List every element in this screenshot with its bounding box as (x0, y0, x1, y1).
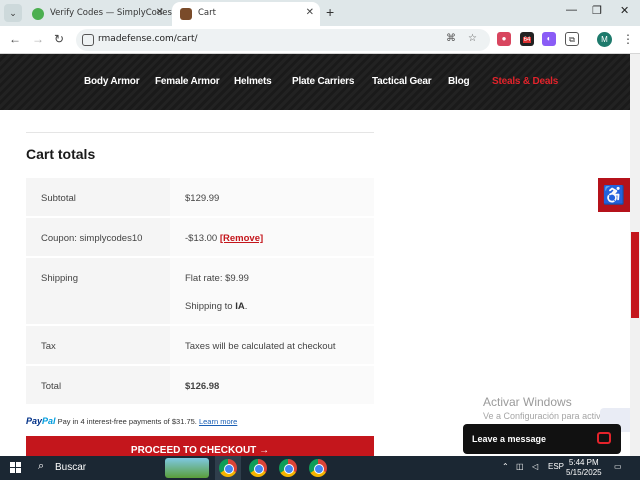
shipping-destination-suffix: . (244, 301, 248, 312)
chevron-up-icon[interactable]: ⌃ (502, 462, 509, 471)
learn-more-link[interactable]: Learn more (199, 417, 237, 426)
browser-toolbar: ← → ↻ rmadefense.com/cart/ ⌘ ☆ ● 64 ◐ ⧉ … (0, 26, 640, 54)
chat-widget[interactable]: Leave a message (463, 424, 621, 454)
nav-helmets[interactable]: Helmets (234, 76, 272, 87)
notification-icon[interactable]: ▭ (614, 462, 622, 471)
row-label: Coupon: simplycodes10 (41, 233, 143, 244)
nav-tactical-gear[interactable]: Tactical Gear (372, 76, 432, 87)
taskbar-search[interactable]: ⌕ Buscar (32, 456, 162, 480)
chrome-app-icon[interactable] (219, 459, 237, 477)
windows-start-icon[interactable] (10, 462, 21, 473)
chrome-app-icon[interactable] (309, 459, 327, 477)
row-label: Subtotal (41, 193, 76, 204)
paypal-message: Pay in 4 interest-free payments of $31.7… (57, 417, 197, 426)
back-arrow-icon[interactable]: ← (9, 32, 21, 46)
extension-badge: 64 (522, 37, 532, 43)
windows-activation-title: Activar Windows (483, 395, 572, 409)
order-total: $126.98 (185, 381, 220, 392)
clock-date: 5/15/2025 (566, 468, 602, 477)
simplycodes-favicon-icon (32, 8, 44, 20)
nav-steals-and-deals[interactable]: Steals & Deals (492, 76, 558, 87)
site-navigation: Body Armor Female Armor Helmets Plate Ca… (0, 54, 630, 110)
shipping-destination: Shipping to IA. (185, 301, 247, 312)
table-row-coupon: Coupon: simplycodes10 -$13.00 [Remove] (26, 218, 374, 258)
clock-time: 5:44 PM (568, 458, 599, 467)
table-row-shipping: Shipping Flat rate: $9.99 Shipping to IA… (26, 258, 374, 326)
divider (26, 132, 374, 133)
row-value: Taxes will be calculated at checkout (185, 341, 336, 352)
scrollbar-thumb[interactable] (631, 232, 639, 318)
nav-body-armor[interactable]: Body Armor (84, 76, 140, 87)
nav-female-armor[interactable]: Female Armor (155, 76, 220, 87)
paypal-pay-later-message: PayPal Pay in 4 interest-free payments o… (26, 416, 237, 426)
accessibility-icon[interactable]: ♿ (598, 178, 630, 212)
cart-totals-table: Subtotal $129.99 Coupon: simplycodes10 -… (26, 178, 374, 406)
paypal-logo-pay: Pay (26, 416, 43, 426)
coupon-amount: -$13.00 (185, 233, 218, 244)
chrome-app-icon[interactable] (279, 459, 297, 477)
row-label: Tax (41, 341, 56, 352)
shipping-destination-prefix: Shipping to (185, 301, 233, 312)
close-icon[interactable]: ✕ (156, 7, 164, 18)
tab-title: Verify Codes — SimplyCodes (50, 8, 172, 18)
translate-icon[interactable]: ⌘ (446, 33, 456, 44)
cart-totals-heading: Cart totals (26, 146, 96, 162)
row-label: Total (41, 381, 62, 392)
star-icon[interactable]: ☆ (468, 33, 477, 44)
plus-icon[interactable]: + (326, 4, 334, 20)
forward-arrow-icon[interactable]: → (32, 32, 44, 46)
paypal-logo-pal: Pal (42, 416, 56, 426)
address-bar[interactable]: rmadefense.com/cart/ ⌘ ☆ (76, 29, 490, 51)
close-icon[interactable]: ✕ (306, 7, 314, 18)
chat-label: Leave a message (472, 434, 547, 444)
nav-plate-carriers[interactable]: Plate Carriers (292, 76, 354, 87)
kebab-menu-icon[interactable]: ⋮ (622, 32, 634, 46)
avatar[interactable]: M (597, 32, 612, 47)
proceed-to-checkout-button[interactable]: PROCEED TO CHECKOUT → (26, 436, 374, 456)
chevron-down-icon[interactable]: ⌄ (4, 4, 22, 22)
taskbar-clock[interactable]: 5:44 PM 5/15/2025 (566, 458, 602, 478)
reload-icon[interactable]: ↻ (54, 32, 64, 46)
table-row-subtotal: Subtotal $129.99 (26, 178, 374, 218)
restore-icon[interactable]: ❐ (592, 4, 602, 17)
table-row-total: Total $126.98 (26, 366, 374, 406)
input-language[interactable]: ESP (548, 462, 564, 471)
paypal-logo: PayPal (26, 416, 56, 426)
volume-icon[interactable]: ◁ (532, 462, 538, 471)
site-info-icon[interactable] (82, 34, 94, 46)
url-text: rmadefense.com/cart/ (98, 34, 198, 44)
taskbar-search-label: Buscar (55, 462, 87, 473)
label-cell (26, 258, 170, 324)
tab-title: Cart (198, 8, 216, 18)
table-row-tax: Tax Taxes will be calculated at checkout (26, 326, 374, 366)
row-label: Shipping (41, 273, 78, 284)
shipping-state: IA (235, 301, 245, 312)
tab-cart[interactable]: Cart ✕ (172, 2, 320, 26)
nav-blog[interactable]: Blog (448, 76, 470, 87)
rmadefense-favicon-icon (180, 8, 192, 20)
windows-taskbar: ⌕ Buscar ⌃ ◫ ◁ ESP 5:44 PM 5/15/2025 ▭ (0, 456, 640, 480)
search-icon: ⌕ (38, 460, 45, 472)
browser-tab-strip: ⌄ Verify Codes — SimplyCodes ✕ Cart ✕ + … (0, 0, 640, 26)
tab-verify-codes[interactable]: Verify Codes — SimplyCodes ✕ (24, 2, 172, 26)
extension-icon[interactable]: ◐ (542, 32, 556, 46)
extension-simplycodes-icon[interactable]: 64 (520, 32, 534, 46)
taskbar-widgets-icon[interactable] (165, 458, 209, 478)
chrome-app-icon[interactable] (249, 459, 267, 477)
minimize-icon[interactable]: — (566, 4, 577, 16)
close-window-icon[interactable]: ✕ (620, 4, 629, 17)
row-value: -$13.00 [Remove] (185, 233, 263, 244)
extension-icon[interactable]: ● (497, 32, 511, 46)
row-value: $129.99 (185, 193, 220, 204)
chat-bubble-icon (597, 432, 611, 444)
remove-coupon-link[interactable]: [Remove] (220, 233, 263, 244)
network-icon[interactable]: ◫ (516, 462, 524, 471)
shipping-rate: Flat rate: $9.99 (185, 273, 249, 284)
puzzle-icon[interactable]: ⧉ (565, 32, 579, 46)
